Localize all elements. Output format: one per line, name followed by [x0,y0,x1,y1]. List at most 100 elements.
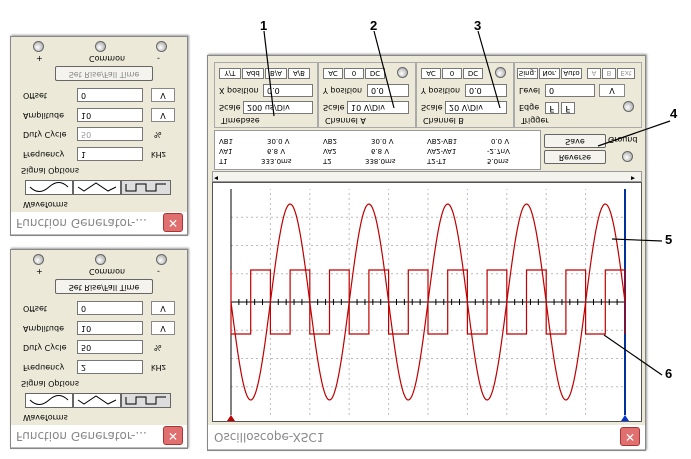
amplitude-input[interactable]: 10 [77,108,143,122]
scope-title: Oscilloscope-XSC1 [214,430,325,444]
sine-wave-button[interactable] [25,393,73,408]
channel-a-tab-ac[interactable]: AC [323,68,343,79]
scroll-right-icon[interactable]: ▸ [631,174,635,183]
timebase-scale-input[interactable]: 200 us/Div [243,101,313,114]
trigger-source-a[interactable]: A [587,68,601,79]
amplitude-unit[interactable]: V [151,321,175,335]
sine-wave-button[interactable] [25,180,73,195]
delta-time: 5.0ms [487,157,509,165]
level-input[interactable]: 0 [545,84,595,97]
minus-terminal-icon[interactable] [156,41,167,52]
channel-b-terminal-icon[interactable] [495,67,506,78]
channel-a-terminal-icon[interactable] [397,67,408,78]
trigger-terminal-icon[interactable] [623,101,634,112]
set-rise-fall-time-button[interactable]: Set Rise/Fall Time [55,279,153,294]
tab-add[interactable]: Add [242,68,264,79]
t2-time: 338.0ms [365,157,396,165]
reverse-button[interactable]: Reverse [544,150,606,164]
trigger-tab-single[interactable]: Sing. [517,68,538,79]
tab-ba[interactable]: B/A [265,68,287,79]
timebase-group: Timebase Scale 200 us/Div X position 0.0… [214,62,318,128]
plus-terminal-icon[interactable] [33,254,44,265]
channel-a-scale-input[interactable]: 10 V/Div [347,101,409,114]
t1-va: 6.8 V [267,147,286,155]
level-unit[interactable]: V [599,84,625,97]
minus-terminal-icon[interactable] [156,254,167,265]
common-terminal-label: Common [89,54,126,63]
scope-screen [212,182,642,422]
plus-terminal-label: + [36,54,43,63]
channel-b-tab-ac[interactable]: AC [421,68,441,79]
ground-terminal-icon[interactable] [622,151,633,162]
t1-label: T1 [219,157,228,165]
tab-yt[interactable]: Y/T [219,68,241,79]
x-position-label: X position [219,86,259,95]
delta-va: -2.7nV [487,147,510,155]
channel-a-label: Channel A [325,116,366,125]
save-button[interactable]: Save [544,134,606,148]
amplitude-label: Amplitude [23,324,64,333]
timebase-label: Timebase [221,116,260,125]
trigger-tab-auto[interactable]: Auto [561,68,582,79]
scroll-left-icon[interactable]: ◂ [214,174,218,183]
common-terminal-label: Common [89,267,126,276]
frequency-input[interactable]: 2 [77,360,143,374]
duty-cycle-input[interactable]: 50 [77,127,143,141]
edge-falling-button[interactable]: F [561,102,575,114]
triangle-wave-button[interactable] [73,393,121,408]
channel-b-ypos-label: Y position [421,86,461,95]
delta-vb: 0.0 V [491,137,510,145]
common-terminal-icon[interactable] [95,254,106,265]
offset-unit[interactable]: V [151,301,175,315]
offset-input[interactable]: 0 [77,88,143,102]
close-button[interactable]: ✕ [163,213,183,232]
duty-cycle-input[interactable]: 50 [77,340,143,354]
triangle-wave-button[interactable] [73,180,121,195]
x-position-input[interactable]: 0.0 [263,84,313,97]
amplitude-label: Amplitude [23,111,64,120]
horizontal-scrollbar[interactable]: ◂ ▸ [212,171,642,183]
set-rise-fall-time-button[interactable]: Set Rise/Fall Time [55,66,153,81]
delta-a-label: VA2-VA1 [427,147,457,155]
channel-a-tab-0[interactable]: 0 [344,68,364,79]
channel-b-scale-input[interactable]: 20 V/Div [445,101,507,114]
amplitude-input[interactable]: 10 [77,321,143,335]
waveforms-label: Waveforms [23,200,68,209]
scope-display [227,189,629,421]
callout-2: 2 [370,18,378,33]
frequency-unit[interactable]: kHz [151,363,166,372]
channel-a-tab-dc[interactable]: DC [365,68,385,79]
common-terminal-icon[interactable] [95,41,106,52]
channel-b-group: Channel B Scale 20 V/Div Y position 0.0 … [416,62,514,128]
offset-unit[interactable]: V [151,88,175,102]
offset-input[interactable]: 0 [77,301,143,315]
edge-label: Edge [519,103,540,112]
amplitude-unit[interactable]: V [151,108,175,122]
trigger-source-ext[interactable]: Ext [617,68,635,79]
scope-titlebar: Oscilloscope-XSC1 ✕ [208,425,645,450]
tab-ab[interactable]: A/B [288,68,310,79]
channel-a-ypos-input[interactable]: 0.0 [367,84,409,97]
t2-label: T2 [323,157,332,165]
cursor-t1-marker [227,415,235,421]
cursor-t2-marker [621,415,629,421]
t1-vb: 30.0 V [267,137,290,145]
channel-b-tab-0[interactable]: 0 [442,68,462,79]
plus-terminal-icon[interactable] [33,41,44,52]
frequency-unit[interactable]: kHz [151,150,166,159]
square-wave-button[interactable] [121,180,171,195]
channel-b-ypos-input[interactable]: 0.0 [465,84,507,97]
close-button[interactable]: ✕ [620,427,640,446]
trigger-source-b[interactable]: B [602,68,616,79]
trigger-tab-normal[interactable]: Nor. [539,68,560,79]
close-button[interactable]: ✕ [163,426,183,445]
square-wave-button[interactable] [121,393,171,408]
triangle-wave-icon [77,395,117,405]
edge-rising-button[interactable]: F [545,102,559,114]
timebase-scale-label: Scale [219,103,241,112]
t1-time: 333.0ms [261,157,292,165]
channel-b-tab-dc[interactable]: DC [463,68,483,79]
signal-options-label: Signal Options [21,166,79,175]
fg-bottom-title: Function Generator-... [16,216,147,230]
frequency-input[interactable]: 1 [77,147,143,161]
